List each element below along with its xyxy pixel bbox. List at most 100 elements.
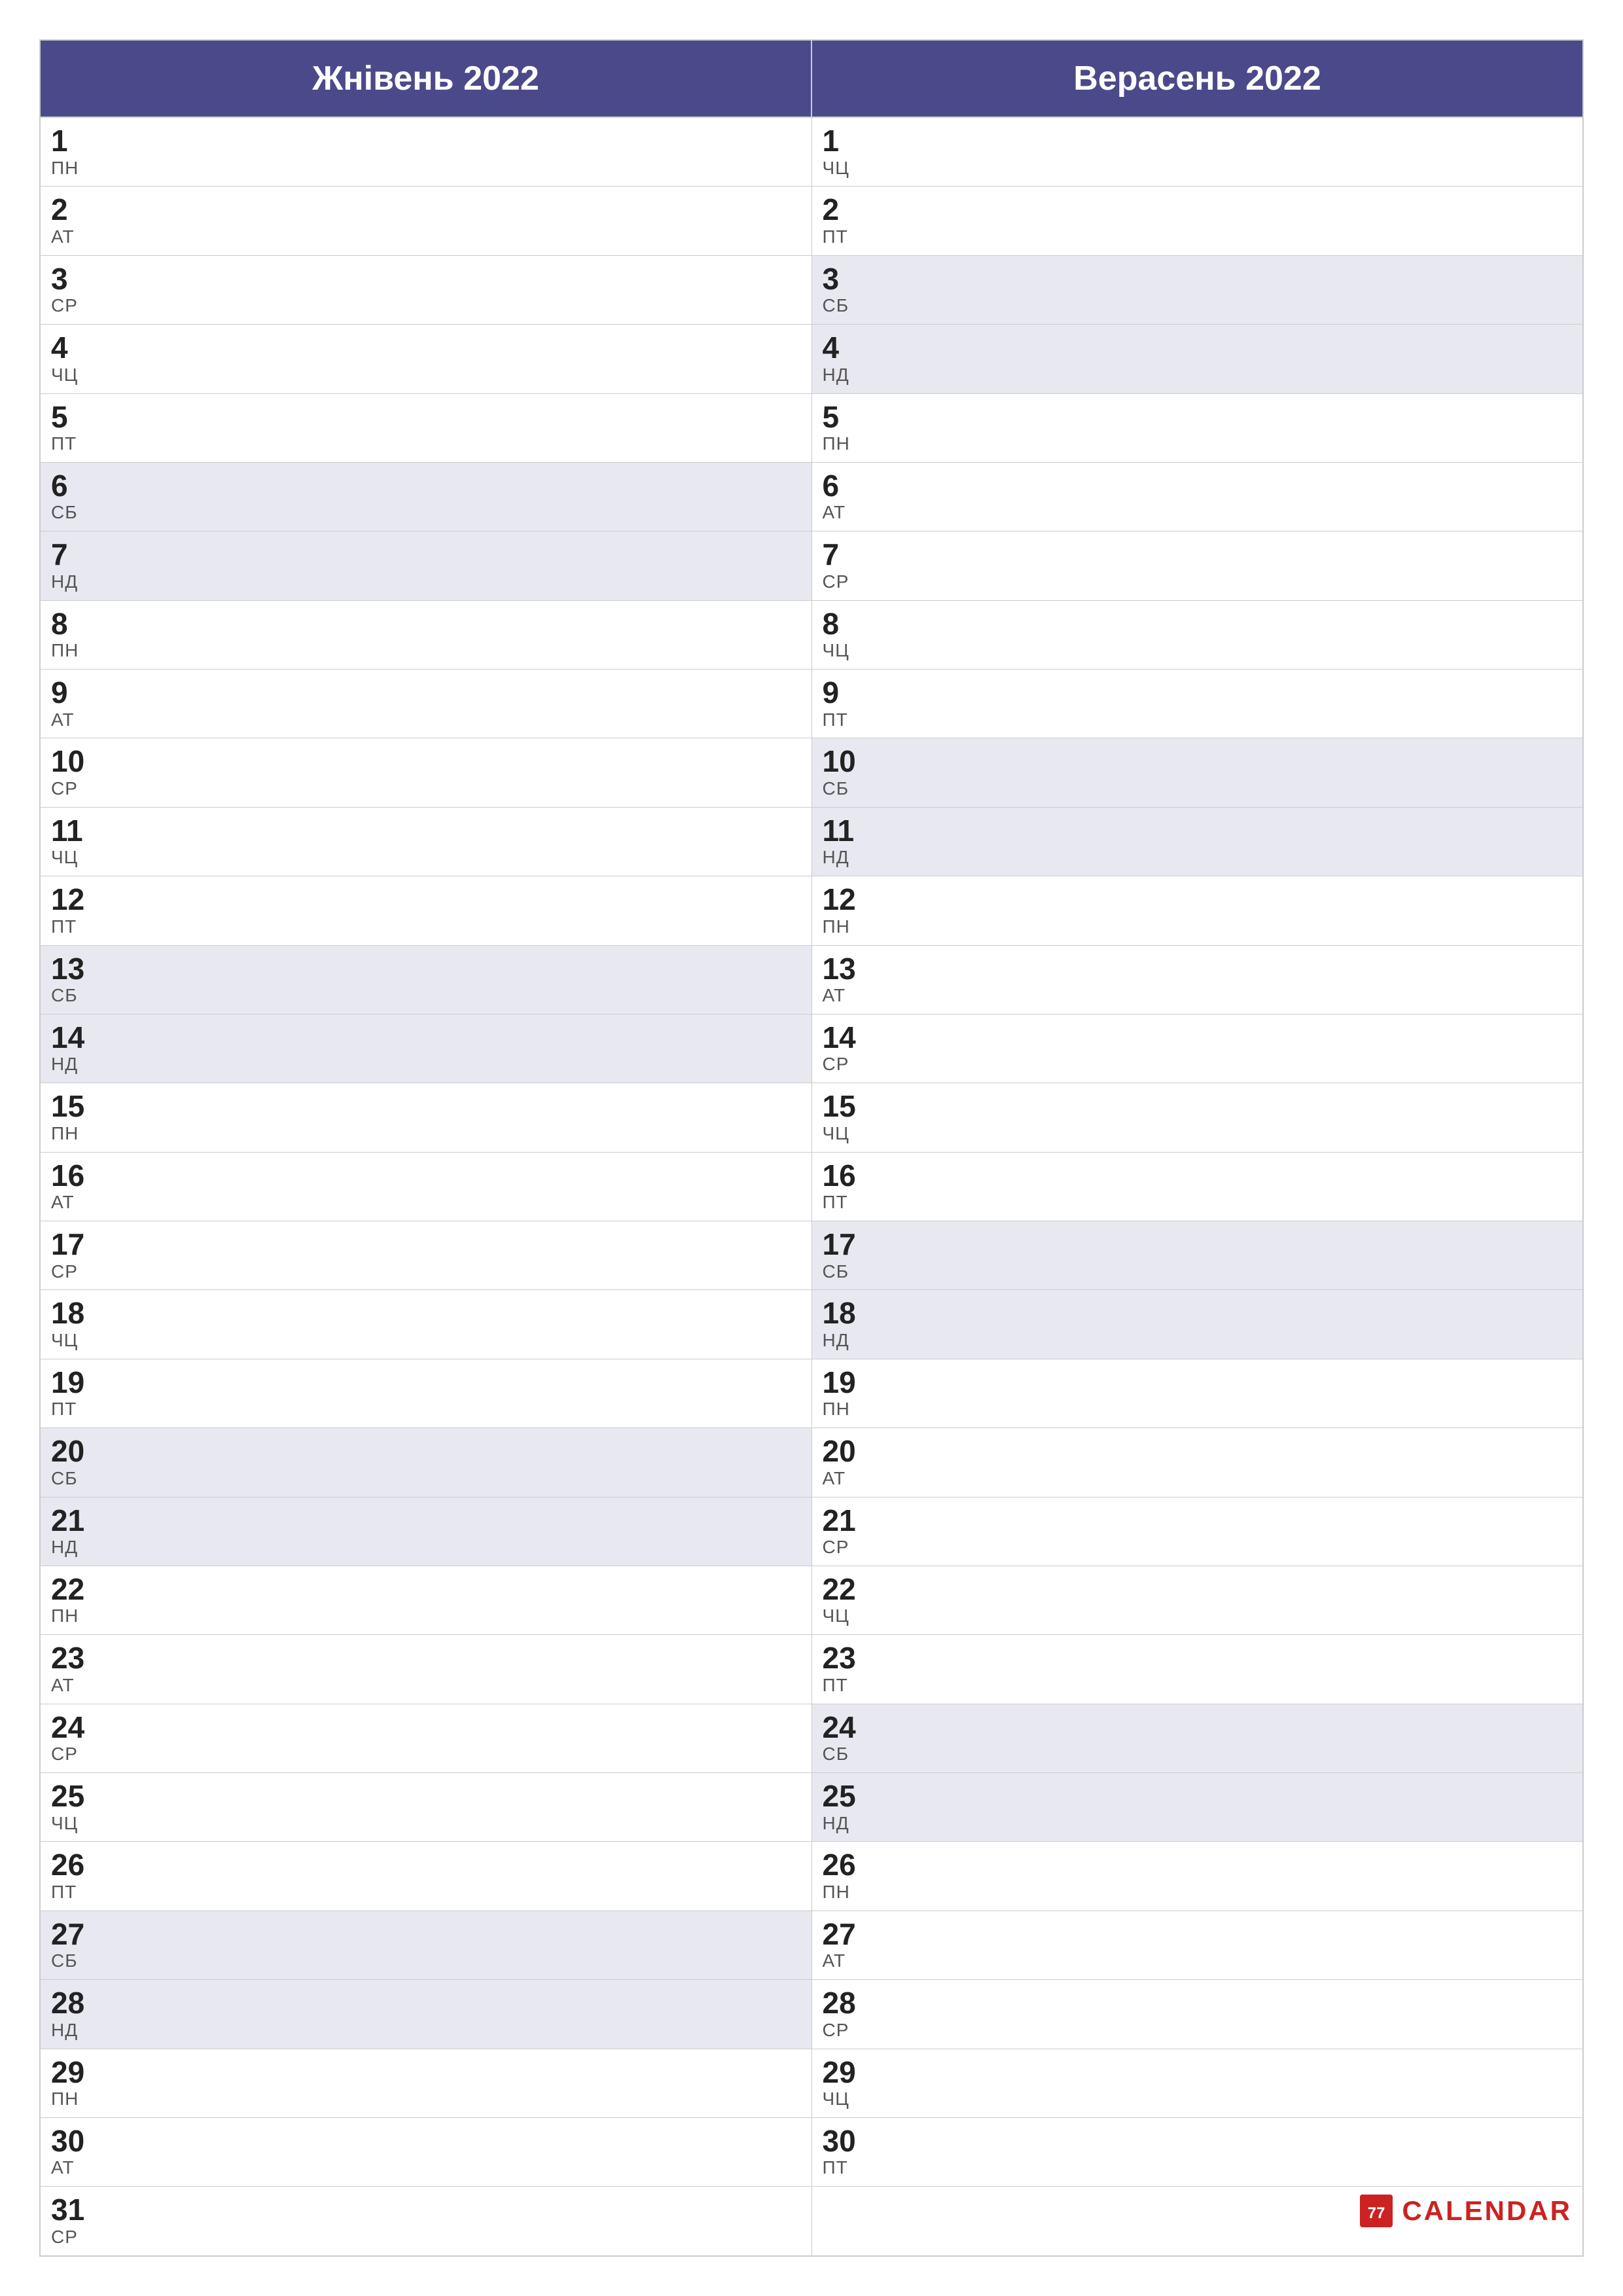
day-name: СБ	[823, 1744, 1573, 1765]
day-number: 28	[823, 1986, 1573, 2020]
day-name: пн	[51, 640, 801, 661]
svg-text:77: 77	[1368, 2204, 1385, 2222]
day-number: 1	[51, 124, 801, 158]
aug-day-cell: 11ЧЦ	[40, 807, 812, 876]
day-number: 19	[51, 1366, 801, 1399]
sep-day-cell: 23пт	[812, 1635, 1583, 1704]
table-row: 2АТ2 пт	[40, 187, 1583, 255]
day-name: пн	[823, 1882, 1573, 1903]
day-number: 14	[51, 1021, 801, 1054]
day-name: СБ	[51, 985, 801, 1006]
day-number: 20	[51, 1435, 801, 1468]
day-name: АТ	[823, 502, 1573, 523]
aug-day-cell: 6СБ	[40, 462, 812, 531]
day-number: 12	[823, 883, 1573, 916]
day-number: 29	[51, 2056, 801, 2089]
aug-day-cell: 8пн	[40, 600, 812, 669]
day-name: СБ	[51, 1950, 801, 1971]
aug-day-cell: 2АТ	[40, 187, 812, 255]
sep-day-cell: 19пн	[812, 1359, 1583, 1427]
table-row: 26пт26пн	[40, 1842, 1583, 1910]
day-name: СБ	[51, 1468, 801, 1489]
day-name: пн	[51, 2089, 801, 2109]
logo-text: CALENDAR	[1402, 2195, 1572, 2227]
aug-day-cell: 3СР	[40, 255, 812, 324]
aug-day-cell: 31СР	[40, 2187, 812, 2256]
day-name: АТ	[51, 709, 801, 730]
sep-day-cell: 5пн	[812, 393, 1583, 462]
day-name: нд	[51, 571, 801, 592]
day-number: 10	[823, 745, 1573, 778]
day-number: 11	[51, 814, 801, 848]
day-number: 15	[823, 1090, 1573, 1123]
sep-day-cell: 10СБ	[812, 738, 1583, 807]
day-name: ЧЦ	[51, 847, 801, 868]
day-number: 11	[823, 814, 1573, 848]
day-number: 17	[51, 1228, 801, 1261]
aug-day-cell: 25ЧЦ	[40, 1773, 812, 1842]
day-number: 13	[51, 952, 801, 986]
table-row: 4ЧЦ4нд	[40, 325, 1583, 393]
sep-day-cell: 7СР	[812, 531, 1583, 600]
day-number: 13	[823, 952, 1573, 986]
day-number: 8	[51, 607, 801, 641]
day-number: 18	[51, 1297, 801, 1330]
sep-day-cell: 9пт	[812, 670, 1583, 738]
day-number: 7	[823, 538, 1573, 571]
table-row: 20СБ20АТ	[40, 1428, 1583, 1497]
day-number: 21	[51, 1504, 801, 1537]
day-name: АТ	[51, 226, 801, 247]
month2-header: Верасень 2022	[812, 40, 1583, 117]
day-name: АТ	[823, 1950, 1573, 1971]
sep-day-cell: 21СР	[812, 1497, 1583, 1566]
aug-day-cell: 14нд	[40, 1014, 812, 1083]
day-number: 5	[823, 401, 1573, 434]
day-name: СР	[823, 1537, 1573, 1558]
day-name: нд	[51, 1537, 801, 1558]
table-row: 23АТ23пт	[40, 1635, 1583, 1704]
day-number: 9	[51, 676, 801, 709]
day-name: пн	[51, 158, 801, 179]
day-name: пт	[51, 1399, 801, 1420]
day-number: 23	[823, 1641, 1573, 1675]
table-row: 17СР17СБ	[40, 1221, 1583, 1290]
day-name: пт	[51, 433, 801, 454]
day-name: пт	[51, 916, 801, 937]
logo-icon: 77	[1359, 2193, 1394, 2229]
sep-day-cell: 12пн	[812, 876, 1583, 945]
aug-day-cell: 30АТ	[40, 2117, 812, 2186]
sep-day-cell: 24СБ	[812, 1704, 1583, 1772]
table-row: 13СБ13АТ	[40, 945, 1583, 1014]
aug-day-cell: 17СР	[40, 1221, 812, 1290]
aug-day-cell: 18ЧЦ	[40, 1290, 812, 1359]
calendar-table: Жнівень 2022 Верасень 2022 1пн1ЧЦ2АТ2пт3…	[39, 39, 1584, 2257]
day-name: АТ	[51, 2157, 801, 2178]
sep-day-cell: 22ЧЦ	[812, 1566, 1583, 1634]
day-number: 9	[823, 676, 1573, 709]
day-number: 6	[823, 469, 1573, 503]
day-name: СР	[823, 1054, 1573, 1075]
aug-day-cell: 13СБ	[40, 945, 812, 1014]
day-name: ЧЦ	[51, 1813, 801, 1834]
aug-day-cell: 19пт	[40, 1359, 812, 1427]
day-number: 7	[51, 538, 801, 571]
aug-day-cell: 28нд	[40, 1980, 812, 2049]
day-number: 27	[823, 1918, 1573, 1951]
day-number: 2	[51, 193, 801, 226]
table-row: 11ЧЦ11нд	[40, 807, 1583, 876]
day-name: ЧЦ	[823, 1605, 1573, 1626]
day-name: СБ	[823, 295, 1573, 316]
aug-day-cell: 24СР	[40, 1704, 812, 1772]
aug-day-cell: 4ЧЦ	[40, 325, 812, 393]
day-name: ЧЦ	[51, 365, 801, 386]
sep-day-cell: 3СБ	[812, 255, 1583, 324]
day-number: 30	[823, 2125, 1573, 2158]
day-number: 22	[51, 1573, 801, 1606]
table-row: 28нд28СР	[40, 1980, 1583, 2049]
sep-day-cell: 13АТ	[812, 945, 1583, 1014]
aug-day-cell: 26пт	[40, 1842, 812, 1910]
day-name: пн	[51, 1605, 801, 1626]
day-number: 4	[823, 331, 1573, 365]
table-row: 15пн15ЧЦ	[40, 1083, 1583, 1152]
day-name: пт	[823, 226, 1573, 247]
